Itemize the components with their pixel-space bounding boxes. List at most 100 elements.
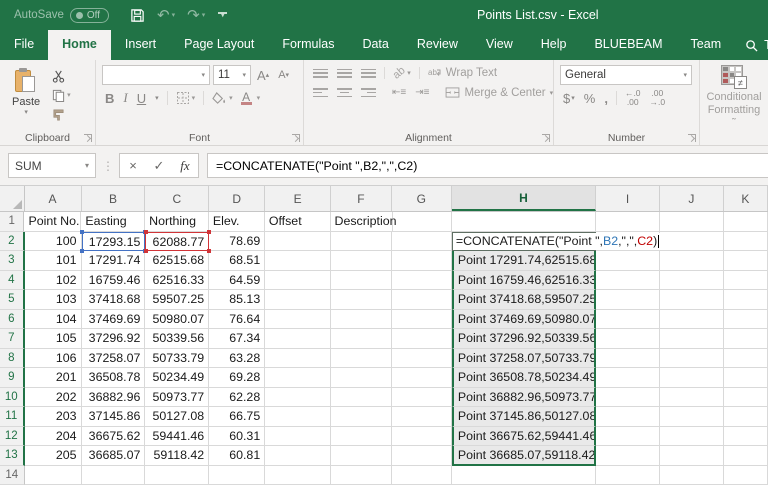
cell-F4[interactable]: [331, 271, 392, 291]
cell-C12[interactable]: 59441.46: [145, 427, 209, 447]
cell-I13[interactable]: [596, 446, 660, 466]
cell-K11[interactable]: [724, 407, 768, 427]
tab-team[interactable]: Team: [677, 30, 736, 60]
cell-E8[interactable]: [265, 349, 331, 369]
cell-J6[interactable]: [660, 310, 724, 330]
cell-D5[interactable]: 85.13: [209, 290, 265, 310]
cell-H8[interactable]: Point 37258.07,50733.79: [452, 349, 596, 369]
cell-A14[interactable]: [25, 466, 82, 485]
column-header-d[interactable]: D: [209, 186, 265, 211]
row-header-6[interactable]: 6: [0, 310, 25, 330]
cell-C4[interactable]: 62516.33: [145, 271, 209, 291]
cell-J7[interactable]: [660, 329, 724, 349]
autosave-control[interactable]: AutoSave Off: [14, 8, 109, 23]
cell-K7[interactable]: [724, 329, 768, 349]
cell-K10[interactable]: [724, 388, 768, 408]
cell-A6[interactable]: 104: [25, 310, 82, 330]
cell-B6[interactable]: 37469.69: [82, 310, 146, 330]
cell-K6[interactable]: [724, 310, 768, 330]
column-header-h[interactable]: H: [452, 186, 596, 211]
cell-G5[interactable]: [392, 290, 452, 310]
conditional-formatting-button[interactable]: ≠ Conditional Formatting ˜: [706, 65, 762, 129]
cell-A1[interactable]: Point No.: [24, 212, 81, 232]
row-header-3[interactable]: 3: [0, 251, 25, 271]
row-header-1[interactable]: 1: [0, 212, 24, 232]
cell-C14[interactable]: [145, 466, 209, 485]
name-box[interactable]: SUM ▾: [8, 153, 96, 178]
cell-A4[interactable]: 102: [25, 271, 82, 291]
cell-G13[interactable]: [392, 446, 452, 466]
customize-quick-access-button[interactable]: ▾: [218, 12, 227, 18]
cell-K1[interactable]: [724, 212, 768, 232]
cell-B2[interactable]: 17293.15: [82, 232, 146, 252]
cell-D7[interactable]: 67.34: [209, 329, 265, 349]
italic-button[interactable]: I: [120, 90, 130, 106]
cell-H14[interactable]: [452, 466, 596, 485]
cell-D11[interactable]: 66.75: [209, 407, 265, 427]
underline-dropdown-icon[interactable]: ▾: [152, 94, 162, 102]
number-dialog-launcher[interactable]: [688, 134, 696, 142]
cell-J4[interactable]: [660, 271, 724, 291]
cell-B4[interactable]: 16759.46: [82, 271, 146, 291]
font-dialog-launcher[interactable]: [292, 134, 300, 142]
cell-C10[interactable]: 50973.77: [145, 388, 209, 408]
font-color-dropdown-icon[interactable]: ▾: [257, 94, 261, 102]
reference-handle-icon[interactable]: [144, 230, 148, 234]
clipboard-dialog-launcher[interactable]: [84, 134, 92, 142]
cell-H13[interactable]: Point 36685.07,59118.42: [452, 446, 596, 466]
cell-F3[interactable]: [331, 251, 392, 271]
tab-help[interactable]: Help: [527, 30, 581, 60]
cell-C1[interactable]: Northing: [145, 212, 209, 232]
currency-button[interactable]: $▾: [560, 91, 578, 106]
cell-J13[interactable]: [660, 446, 724, 466]
align-top-button[interactable]: [310, 66, 331, 81]
cell-D4[interactable]: 64.59: [209, 271, 265, 291]
cell-G6[interactable]: [392, 310, 452, 330]
decrease-font-size-button[interactable]: A▾: [275, 69, 292, 81]
bold-button[interactable]: B: [102, 91, 117, 106]
cell-F10[interactable]: [331, 388, 392, 408]
row-header-7[interactable]: 7: [0, 329, 25, 349]
cell-I5[interactable]: [596, 290, 660, 310]
tab-home[interactable]: Home: [48, 30, 111, 60]
row-header-8[interactable]: 8: [0, 349, 25, 369]
align-middle-button[interactable]: [334, 66, 355, 81]
cell-H6[interactable]: Point 37469.69,50980.07: [452, 310, 596, 330]
tab-bluebeam[interactable]: BLUEBEAM: [580, 30, 676, 60]
tab-review[interactable]: Review: [403, 30, 472, 60]
cell-C2[interactable]: 62088.77: [145, 232, 209, 252]
cell-B11[interactable]: 37145.86: [82, 407, 146, 427]
cell-H9[interactable]: Point 36508.78,50234.49: [452, 368, 596, 388]
cell-C8[interactable]: 50733.79: [145, 349, 209, 369]
cell-E6[interactable]: [265, 310, 331, 330]
cell-D12[interactable]: 60.31: [209, 427, 265, 447]
cell-K9[interactable]: [724, 368, 768, 388]
cell-I11[interactable]: [596, 407, 660, 427]
fill-color-button[interactable]: ▾: [209, 90, 236, 107]
cell-H5[interactable]: Point 37418.68,59507.25: [452, 290, 596, 310]
cell-I7[interactable]: [596, 329, 660, 349]
cell-H7[interactable]: Point 37296.92,50339.56: [452, 329, 596, 349]
cell-G11[interactable]: [392, 407, 452, 427]
cell-H12[interactable]: Point 36675.62,59441.46: [452, 427, 596, 447]
cell-D2[interactable]: 78.69: [209, 232, 265, 252]
cancel-button[interactable]: ×: [120, 158, 146, 173]
cell-E13[interactable]: [265, 446, 331, 466]
cell-B9[interactable]: 36508.78: [82, 368, 146, 388]
cell-B10[interactable]: 36882.96: [82, 388, 146, 408]
cell-F13[interactable]: [331, 446, 392, 466]
undo-button[interactable]: ↶▾: [152, 6, 180, 25]
cell-E3[interactable]: [265, 251, 331, 271]
cell-I1[interactable]: [596, 212, 660, 232]
reference-handle-icon[interactable]: [207, 249, 211, 253]
cell-D13[interactable]: 60.81: [209, 446, 265, 466]
cell-F14[interactable]: [331, 466, 392, 485]
cell-K13[interactable]: [724, 446, 768, 466]
redo-button[interactable]: ↷▾: [182, 6, 210, 25]
cell-K4[interactable]: [724, 271, 768, 291]
save-button[interactable]: [125, 6, 150, 25]
tab-insert[interactable]: Insert: [111, 30, 170, 60]
cell-A13[interactable]: 205: [25, 446, 82, 466]
cell-C7[interactable]: 50339.56: [145, 329, 209, 349]
cell-F5[interactable]: [331, 290, 392, 310]
